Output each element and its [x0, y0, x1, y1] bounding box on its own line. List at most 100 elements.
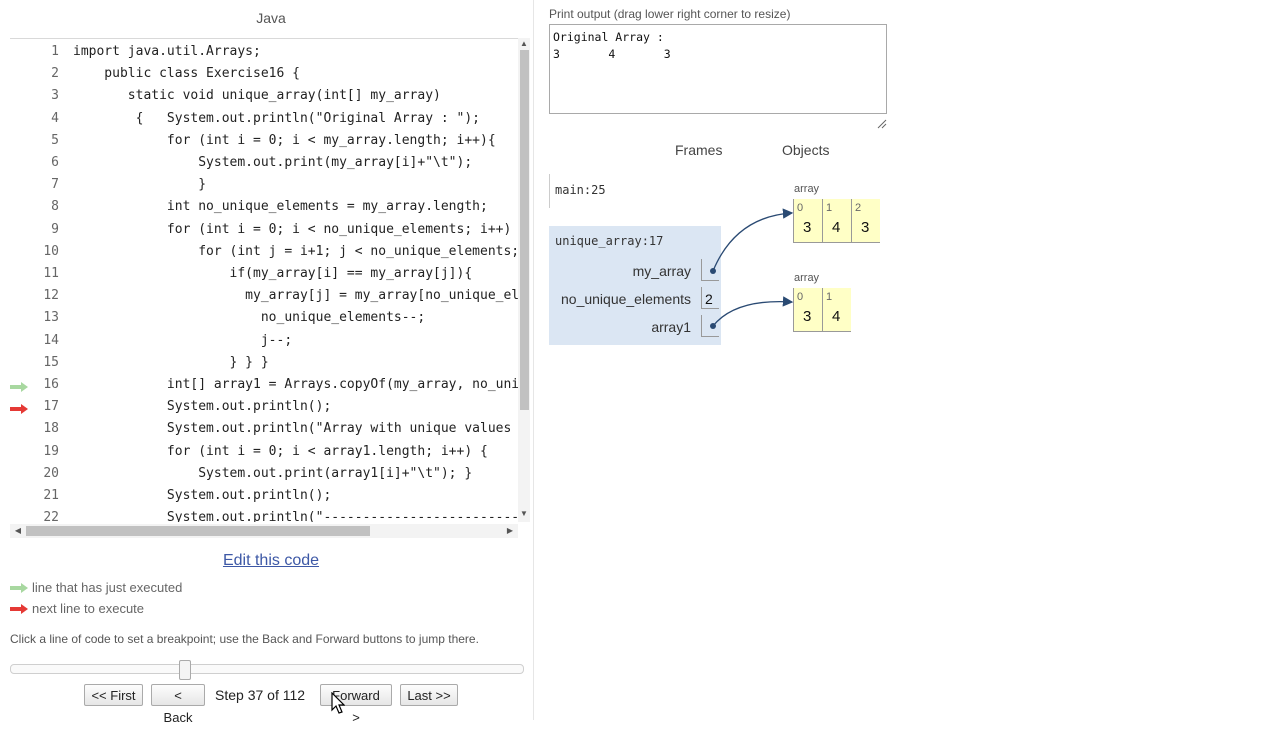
- line-number: 18: [43, 421, 59, 437]
- code-line[interactable]: 9 for (int i = 0; i < no_unique_elements…: [10, 220, 518, 242]
- code-line[interactable]: 13 no_unique_elements--;: [10, 308, 518, 330]
- code-text: } } }: [73, 354, 269, 370]
- scroll-up-icon[interactable]: ▲: [518, 38, 530, 50]
- next-line-arrow-icon: [10, 602, 28, 617]
- pointer-arrow-my-array: [712, 208, 794, 272]
- horizontal-scroll-thumb[interactable]: [26, 526, 370, 536]
- scroll-down-icon[interactable]: ▼: [518, 508, 530, 520]
- line-number: 9: [51, 221, 59, 237]
- code-text: j--;: [73, 332, 293, 348]
- code-line[interactable]: 6 System.out.print(my_array[i]+"\t");: [10, 153, 518, 175]
- code-text: for (int i = 0; i < my_array.length; i++…: [73, 132, 496, 148]
- code-line[interactable]: 10 for (int j = i+1; j < no_unique_eleme…: [10, 242, 518, 264]
- scroll-left-icon[interactable]: ◀: [12, 524, 24, 538]
- prev-line-arrow-icon: [10, 581, 28, 596]
- array-value: 4: [832, 219, 841, 236]
- line-number: 12: [43, 288, 59, 304]
- back-button[interactable]: < Back: [151, 684, 205, 725]
- code-line[interactable]: 5 for (int i = 0; i < my_array.length; i…: [10, 131, 518, 153]
- legend-prev: line that has just executed: [10, 580, 182, 596]
- code-line[interactable]: 1 import java.util.Arrays;: [10, 42, 518, 64]
- legend-next-text: next line to execute: [32, 601, 145, 616]
- array-index: 1: [826, 202, 833, 214]
- line-number: 20: [43, 465, 59, 481]
- code-line[interactable]: 21 System.out.println();: [10, 486, 518, 508]
- code-line[interactable]: 3 static void unique_array(int[] my_arra…: [10, 86, 518, 108]
- line-number: 22: [43, 510, 59, 522]
- code-text: int no_unique_elements = my_array.length…: [73, 199, 488, 215]
- code-line[interactable]: 14 j--;: [10, 331, 518, 353]
- output-label: Print output (drag lower right corner to…: [549, 7, 791, 21]
- panel-divider: [533, 0, 534, 720]
- next-line-arrow-icon: [10, 404, 28, 415]
- code-line[interactable]: 15 } } }: [10, 353, 518, 375]
- code-line[interactable]: 12 my_array[j] = my_array[no_unique_elem…: [10, 286, 518, 308]
- array-index: 1: [826, 291, 833, 303]
- language-title: Java: [256, 10, 286, 26]
- array-index: 2: [855, 202, 862, 214]
- vertical-scroll-thumb[interactable]: [520, 50, 529, 410]
- code-line[interactable]: 7 }: [10, 175, 518, 197]
- line-number: 19: [43, 443, 59, 459]
- scroll-right-icon[interactable]: ▶: [504, 524, 516, 538]
- line-number: 4: [51, 110, 59, 126]
- line-number: 13: [43, 310, 59, 326]
- code-line[interactable]: 4 { System.out.println("Original Array :…: [10, 109, 518, 131]
- title-divider: [10, 38, 520, 39]
- objects-heading: Objects: [782, 142, 830, 158]
- object-label: array: [794, 272, 820, 284]
- code-text: { System.out.println("Original Array : "…: [73, 110, 480, 126]
- array-value: 4: [832, 308, 841, 325]
- code-text: no_unique_elements--;: [73, 310, 426, 326]
- last-button[interactable]: Last >>: [400, 684, 458, 706]
- code-text: System.out.println();: [73, 488, 332, 503]
- array-index: 0: [797, 202, 804, 214]
- line-number: 21: [43, 488, 59, 503]
- frames-heading: Frames: [675, 142, 723, 158]
- print-output-box[interactable]: Original Array : 3 4 3: [549, 24, 887, 114]
- code-line[interactable]: 11 if(my_array[i] == my_array[j]){: [10, 264, 518, 286]
- code-text: for (int j = i+1; j < no_unique_elements…: [73, 243, 518, 259]
- code-line[interactable]: 20 System.out.print(array1[i]+"\t"); }: [10, 464, 518, 486]
- prev-line-arrow-icon: [10, 382, 28, 392]
- code-line[interactable]: 2 public class Exercise16 {: [10, 64, 518, 86]
- line-number: 14: [43, 332, 59, 348]
- code-text: System.out.print(array1[i]+"\t"); }: [73, 465, 473, 481]
- pointer-dot: [710, 323, 716, 329]
- resize-handle-icon[interactable]: [877, 116, 887, 134]
- code-text: for (int i = 0; i < no_unique_elements; …: [73, 221, 518, 237]
- edit-code-link[interactable]: Edit this code: [10, 552, 532, 570]
- code-editor[interactable]: 1 import java.util.Arrays; 2 public class …: [10, 40, 518, 522]
- line-number: 15: [43, 354, 59, 370]
- line-number: 11: [43, 266, 59, 281]
- code-line[interactable]: 22 System.out.println("-----------------…: [10, 508, 518, 522]
- line-number: 16: [43, 377, 59, 392]
- active-frame-name: unique_array:17: [555, 234, 664, 248]
- first-button[interactable]: << First: [84, 684, 143, 706]
- var-name-my-array: my_array: [632, 263, 691, 279]
- output-line: Original Array :: [553, 30, 664, 44]
- code-line[interactable]: 17 System.out.println();: [10, 397, 518, 419]
- code-line[interactable]: 18 System.out.println("Array with unique…: [10, 419, 518, 441]
- line-number: 8: [51, 199, 59, 215]
- line-number: 5: [51, 132, 59, 148]
- step-slider-handle[interactable]: [178, 660, 191, 680]
- var-value-no-unique-elements: 2: [705, 291, 713, 307]
- code-line[interactable]: 19 for (int i = 0; i < array1.length; i+…: [10, 442, 518, 464]
- legend-prev-text: line that has just executed: [32, 580, 183, 595]
- code-text: static void unique_array(int[] my_array): [73, 88, 441, 104]
- line-number: 2: [51, 66, 59, 82]
- pointer-arrow-array1: [712, 296, 794, 327]
- step-slider[interactable]: [10, 664, 524, 674]
- code-text: }: [73, 177, 207, 193]
- mouse-cursor-icon: [331, 691, 346, 719]
- var-name-no-unique-elements: no_unique_elements: [561, 291, 691, 307]
- code-text: System.out.print(my_array[i]+"\t");: [73, 155, 473, 170]
- step-counter: Step 37 of 112: [215, 687, 306, 703]
- array-value: 3: [861, 219, 870, 236]
- object-label: array: [794, 183, 820, 195]
- var-name-array1: array1: [651, 319, 691, 335]
- code-text: System.out.println("Array with unique va…: [73, 421, 518, 437]
- code-line[interactable]: 16 int[] array1 = Arrays.copyOf(my_array…: [10, 375, 518, 397]
- code-line[interactable]: 8 int no_unique_elements = my_array.leng…: [10, 197, 518, 219]
